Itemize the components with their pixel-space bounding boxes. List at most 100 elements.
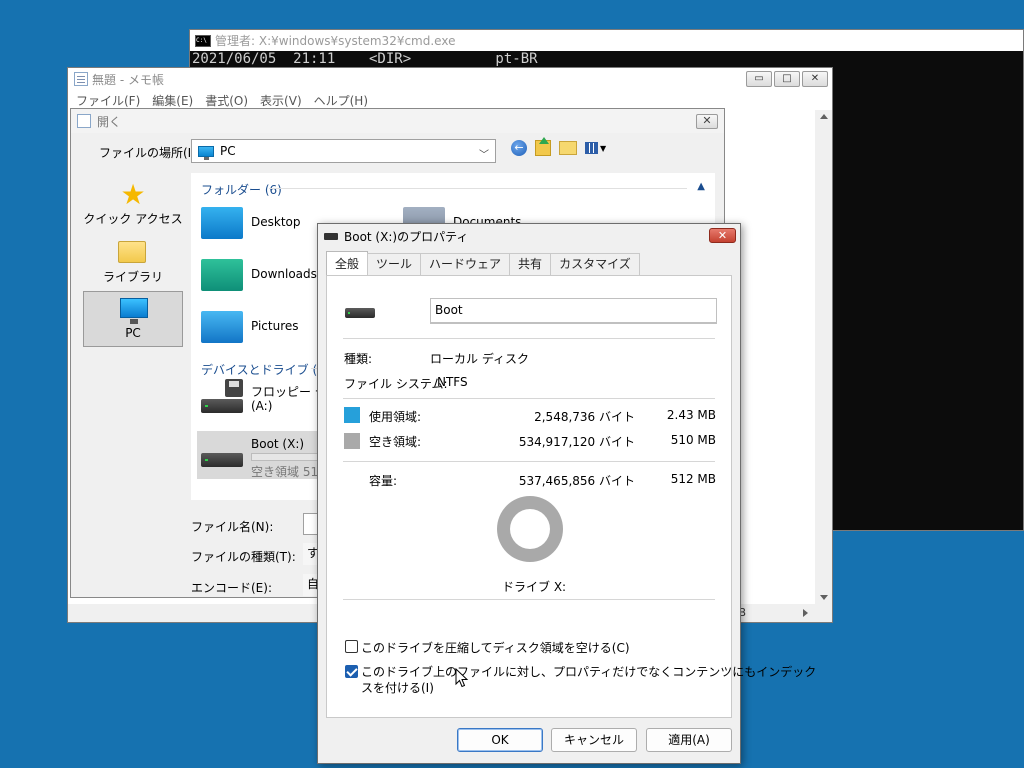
tab-tools[interactable]: ツール [367, 253, 422, 275]
used-label: 使用領域: [369, 410, 422, 424]
cancel-button[interactable]: キャンセル [551, 728, 637, 752]
properties-dialog[interactable]: Boot (X:)のプロパティ ✕ 全般 ツール ハードウェア 共有 カスタマイ… [317, 223, 816, 764]
general-tab-panel: Boot 種類: ローカル ディスク ファイル システム: NTFS 使用領域:… [326, 275, 816, 718]
folder-label: Desktop [251, 215, 301, 229]
pictures-folder-icon [201, 311, 243, 343]
nav-label: ライブラリ [102, 270, 163, 284]
apply-button[interactable]: 適用(A) [646, 728, 732, 752]
type-label: 種類: [344, 352, 373, 366]
floppy-icon [225, 379, 243, 397]
new-folder-icon[interactable] [559, 141, 577, 155]
used-bytes: 2,548,736 バイト [534, 410, 635, 424]
desktop-folder-icon [201, 207, 243, 239]
index-label-line2[interactable]: スを付ける(I) [361, 679, 434, 696]
scroll-down-icon[interactable] [820, 595, 828, 600]
properties-close-button[interactable]: ✕ [709, 228, 736, 243]
cmd-icon: C:\ [195, 34, 211, 47]
folder-label: Pictures [251, 319, 299, 333]
drive-icon [324, 232, 338, 240]
nav-label: クイック アクセス [83, 212, 183, 226]
folder-label: Downloads [251, 267, 317, 281]
menu-file[interactable]: ファイル(F) [76, 92, 140, 109]
back-icon[interactable]: ← [511, 140, 527, 156]
menu-edit[interactable]: 編集(E) [152, 92, 193, 109]
notepad-title: 無題 - メモ帳 [92, 72, 164, 87]
up-folder-icon[interactable] [535, 137, 551, 156]
drive-icon [201, 399, 243, 413]
free-space-swatch [344, 433, 360, 449]
monitor-icon [120, 298, 148, 324]
location-label: ファイルの場所(I): [99, 146, 200, 160]
library-icon [118, 241, 146, 263]
open-dialog-close-button[interactable]: ✕ [696, 114, 718, 129]
drive-icon [345, 308, 375, 318]
dialog-icon [77, 114, 91, 128]
pc-icon [198, 145, 214, 160]
index-checkbox[interactable] [345, 665, 358, 678]
open-dialog-title: 開く [97, 114, 122, 129]
close-button[interactable]: ✕ [802, 71, 828, 87]
nav-pc[interactable]: PC [83, 291, 183, 347]
used-size: 2.43 MB [666, 408, 716, 422]
tab-sharing[interactable]: 共有 [509, 253, 552, 275]
index-label-line1[interactable]: このドライブ上のファイルに対し、プロパティだけでなくコンテンツにもインデック [361, 663, 816, 680]
nav-quick-access[interactable]: ★ クイック アクセス [83, 177, 183, 233]
compress-checkbox[interactable] [345, 640, 358, 653]
menu-help[interactable]: ヘルプ(H) [314, 92, 368, 109]
drive-icon [201, 453, 243, 467]
filesystem-label: ファイル システム: [344, 377, 448, 391]
capacity-label: 容量: [369, 474, 398, 488]
nav-label: PC [125, 326, 141, 340]
nav-libraries[interactable]: ライブラリ [83, 235, 183, 291]
volume-name-input[interactable]: Boot [430, 298, 717, 324]
downloads-folder-icon [201, 259, 243, 291]
tab-general[interactable]: 全般 [326, 251, 369, 275]
open-dialog-titlebar[interactable]: 開く [71, 109, 724, 133]
star-icon: ★ [120, 178, 146, 211]
free-label: 空き領域: [369, 435, 422, 449]
properties-title: Boot (X:)のプロパティ [344, 229, 469, 244]
notepad-menubar: ファイル(F) 編集(E) 書式(O) 表示(V) ヘルプ(H) [68, 90, 832, 110]
encoding-label: エンコード(E): [191, 581, 272, 595]
drive-sub: 空き領域 510 [251, 465, 326, 479]
location-combo[interactable]: PC ﹀ [191, 139, 496, 163]
places-bar: ★ クイック アクセス ライブラリ PC [81, 173, 185, 513]
vertical-scrollbar[interactable] [815, 110, 832, 604]
drive-usage-bar [251, 453, 321, 461]
tab-hardware[interactable]: ハードウェア [420, 253, 511, 275]
view-menu-icon[interactable]: ▼ [585, 141, 607, 155]
cmd-title: 管理者: X:¥windows¥system32¥cmd.exe [215, 34, 456, 48]
properties-titlebar[interactable]: Boot (X:)のプロパティ [318, 224, 740, 248]
drive-sub: (A:) [251, 399, 273, 413]
menu-format[interactable]: 書式(O) [205, 92, 248, 109]
menu-view[interactable]: 表示(V) [260, 92, 302, 109]
chevron-up-icon[interactable]: ▲ [697, 181, 705, 192]
chevron-down-icon[interactable]: ﹀ [479, 146, 489, 161]
disk-usage-donut [497, 496, 563, 562]
free-size: 510 MB [670, 433, 716, 447]
filetype-label: ファイルの種類(T): [191, 550, 296, 564]
minimize-button[interactable]: ▭ [746, 71, 772, 87]
folders-group-header[interactable]: フォルダー (6) [201, 181, 282, 198]
notepad-icon [74, 72, 88, 86]
cmd-titlebar[interactable]: C:\ 管理者: X:¥windows¥system32¥cmd.exe [190, 30, 1023, 51]
tab-customize[interactable]: カスタマイズ [550, 253, 640, 275]
tab-strip: 全般 ツール ハードウェア 共有 カスタマイズ [326, 251, 640, 276]
cmd-output-line: 2021/06/05 21:11 <DIR> pt-BR [192, 51, 538, 67]
type-value: ローカル ディスク [430, 352, 529, 366]
ok-button[interactable]: OK [457, 728, 543, 752]
filename-label: ファイル名(N): [191, 520, 274, 534]
capacity-bytes: 537,465,856 バイト [518, 474, 635, 488]
used-space-swatch [344, 407, 360, 423]
notepad-titlebar[interactable]: 無題 - メモ帳 ▭ □ ✕ [68, 68, 832, 90]
maximize-button[interactable]: □ [774, 71, 800, 87]
scroll-up-icon[interactable] [820, 114, 828, 119]
devices-group-header[interactable]: デバイスとドライブ (3) [201, 361, 329, 378]
drive-label: Boot (X:) [251, 437, 305, 451]
scroll-right-icon[interactable] [803, 609, 808, 617]
compress-label[interactable]: このドライブを圧縮してディスク領域を空ける(C) [361, 639, 630, 656]
filesystem-value: NTFS [437, 375, 468, 389]
capacity-size: 512 MB [670, 472, 716, 486]
location-value: PC [220, 144, 236, 158]
drive-caption: ドライブ X: [502, 580, 567, 594]
